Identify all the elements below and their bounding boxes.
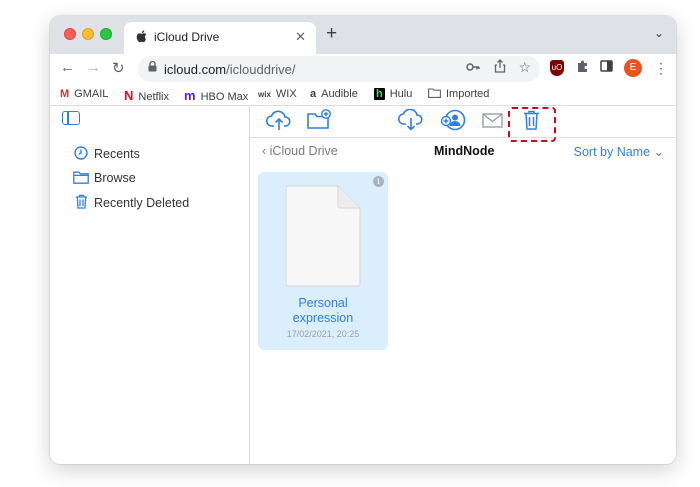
bookmark-label: Netflix: [138, 91, 169, 103]
hulu-icon: h: [374, 88, 385, 100]
close-window-button[interactable]: [64, 28, 76, 40]
breadcrumb-header: ‹ iCloud Drive MindNode Sort by Name ⌄: [250, 142, 676, 164]
sidebar-item-label: Browse: [94, 171, 136, 185]
tab-title: iCloud Drive: [154, 30, 220, 44]
sidebar-toggle-icon[interactable]: [62, 111, 80, 125]
extensions-puzzle-icon[interactable]: [576, 60, 589, 76]
address-bar[interactable]: icloud.com/iclouddrive/ ☆: [138, 56, 540, 82]
share-icon[interactable]: [494, 59, 506, 76]
bookmark-audible[interactable]: a Audible: [310, 88, 358, 100]
drive-toolbar: [250, 106, 676, 142]
ublock-extension-icon[interactable]: uO: [550, 60, 564, 76]
sidebar-item-label: Recently Deleted: [94, 196, 190, 210]
back-to-icloud-drive-link[interactable]: ‹ iCloud Drive: [262, 144, 338, 158]
lock-icon: [148, 60, 157, 75]
file-name-line: expression: [292, 311, 354, 325]
file-date: 17/02/2021, 20:25: [286, 329, 360, 339]
bookmark-label: Hulu: [389, 88, 413, 100]
sidebar-item-label: Recents: [94, 147, 140, 161]
file-item[interactable]: i Personal expression 17/02/2021, 20:25: [258, 172, 388, 350]
bookmark-hulu[interactable]: h Hulu: [374, 88, 412, 100]
bookmark-netflix[interactable]: N Netflix: [124, 88, 169, 103]
url-text: icloud.com/iclouddrive/: [164, 62, 296, 77]
url-host: icloud.com: [164, 62, 227, 77]
clock-icon: [72, 146, 90, 161]
new-tab-button[interactable]: +: [326, 24, 337, 44]
url-path: /iclouddrive/: [226, 62, 296, 77]
sort-dropdown[interactable]: Sort by Name ⌄: [574, 144, 664, 159]
upload-icon[interactable]: [265, 109, 292, 133]
chevron-left-icon: ‹: [262, 144, 270, 158]
browser-toolbar: ← → ↻ icloud.com/iclouddrive/ ☆ uO E ⋮: [50, 54, 676, 84]
bookmark-star-icon[interactable]: ☆: [518, 59, 531, 76]
amazon-icon: a: [310, 88, 317, 100]
bookmark-gmail[interactable]: M GMAIL: [60, 88, 108, 100]
file-name-line: Personal: [298, 296, 348, 310]
main-panel: ‹ iCloud Drive MindNode Sort by Name ⌄ i…: [250, 106, 676, 464]
tab-search-chevron-icon[interactable]: ⌄: [654, 26, 664, 40]
sort-label: Sort by Name: [573, 145, 651, 159]
netflix-icon: N: [124, 88, 134, 103]
reload-icon[interactable]: ↻: [112, 59, 125, 77]
sidebar: Recents Browse Recently Deleted: [50, 106, 250, 464]
bookmark-hbo-max[interactable]: m HBO Max: [184, 88, 248, 103]
gmail-icon: M: [60, 88, 70, 100]
back-arrow-icon[interactable]: ←: [60, 59, 75, 76]
apple-logo-icon: [136, 30, 147, 46]
browser-window: iCloud Drive ✕ + ⌄ ← → ↻ icloud.com/iclo…: [50, 16, 676, 464]
sidebar-item-browse[interactable]: Browse: [72, 170, 136, 185]
key-icon[interactable]: [466, 60, 480, 75]
bookmark-label: Audible: [321, 88, 358, 100]
tab-close-icon[interactable]: ✕: [295, 29, 306, 45]
hbo-max-icon: m: [184, 88, 196, 103]
folder-title: MindNode: [434, 144, 495, 158]
side-panel-icon[interactable]: [600, 60, 613, 75]
sidebar-item-recents[interactable]: Recents: [72, 146, 140, 161]
bookmarks-bar: M GMAIL N Netflix m HBO Max wix WIX a Audible…: [50, 84, 676, 106]
browser-tab[interactable]: iCloud Drive ✕: [124, 22, 316, 54]
info-icon[interactable]: i: [373, 176, 384, 187]
mail-icon[interactable]: [480, 109, 506, 133]
profile-avatar[interactable]: E: [624, 59, 642, 77]
wix-icon: wix: [258, 90, 271, 99]
back-label: iCloud Drive: [269, 144, 338, 158]
bookmark-label: Imported: [446, 88, 490, 100]
file-name: Personal expression: [258, 296, 388, 326]
icloud-drive-app: Recents Browse Recently Deleted ‹ iCloud…: [50, 106, 676, 464]
folder-icon: [72, 170, 90, 185]
forward-arrow-icon[interactable]: →: [86, 59, 101, 76]
new-folder-icon[interactable]: [306, 109, 332, 133]
share-user-icon[interactable]: [440, 109, 466, 133]
document-icon: [284, 184, 362, 293]
sidebar-item-recently-deleted[interactable]: Recently Deleted: [72, 194, 189, 210]
tab-strip: iCloud Drive ✕ + ⌄: [50, 16, 676, 54]
trash-highlight-box: [508, 107, 556, 142]
bookmark-label: WIX: [275, 88, 297, 100]
browser-menu-icon[interactable]: ⋮: [654, 60, 668, 77]
trash-icon: [72, 194, 90, 210]
chevron-down-icon: ⌄: [650, 145, 664, 159]
bookmark-label: HBO Max: [200, 91, 249, 103]
bookmark-label: GMAIL: [74, 88, 109, 100]
folder-icon: [428, 88, 441, 100]
minimize-window-button[interactable]: [82, 28, 94, 40]
maximize-window-button[interactable]: [100, 28, 112, 40]
bookmark-wix[interactable]: wix WIX: [258, 88, 297, 100]
download-icon[interactable]: [397, 108, 424, 133]
bookmark-imported[interactable]: Imported: [428, 88, 489, 100]
